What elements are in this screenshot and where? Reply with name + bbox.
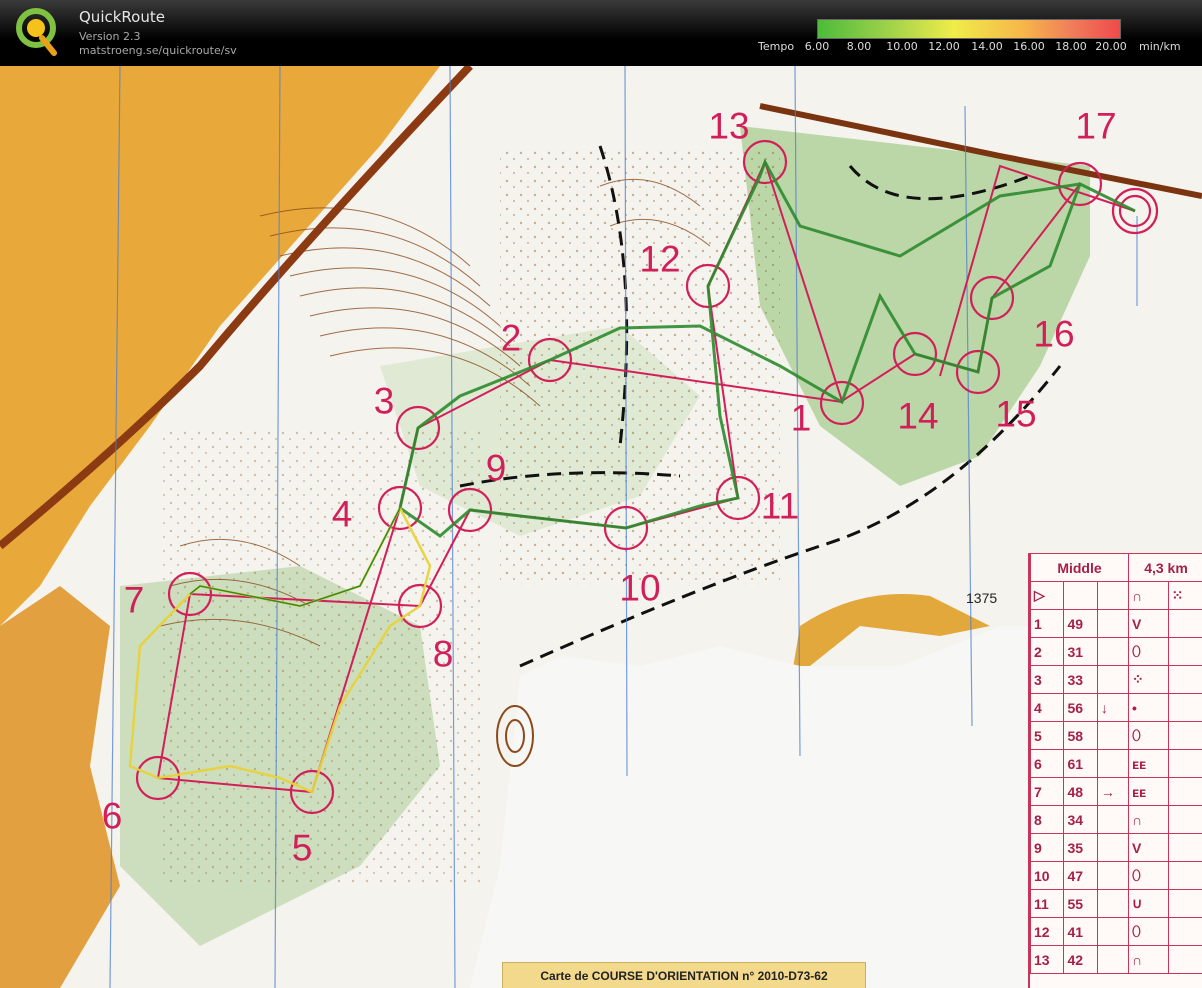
open-land-area [0,586,120,988]
course-class: Middle [1029,553,1130,582]
description-row: 5 58 ⬯ [1029,721,1202,750]
description-row: 9 35 V [1029,833,1202,862]
tempo-legend-tick: 18.00 [1055,40,1087,53]
tempo-legend-title: Tempo [758,40,795,53]
control-number-15: 15 [995,393,1037,435]
control-number-12: 12 [639,238,681,280]
control-number-1: 1 [790,397,812,439]
tempo-legend-tick: 20.00 [1095,40,1127,53]
control-number-4: 4 [331,493,353,535]
description-row: 6 61 ᴇᴇ [1029,749,1202,778]
description-row: 13 42 ∩ [1029,945,1202,974]
app-title: QuickRoute [79,8,165,26]
tempo-legend-tick: 16.00 [1013,40,1045,53]
quickroute-logo-icon [16,8,57,56]
description-row: 4 56 ↓ • [1029,693,1202,722]
tempo-legend-tick: 6.00 [804,40,830,53]
control-number-2: 2 [500,317,522,359]
start-feature-icon: ∩ [1128,581,1169,610]
tempo-legend-tick: 8.00 [846,40,872,53]
app-header: QuickRoute Version 2.3 matstroeng.se/qui… [0,0,1202,66]
control-number-6: 6 [101,795,123,837]
app-version: Version 2.3 [79,30,141,43]
tempo-legend-tick: 12.00 [928,40,960,53]
spot-height-label: 1375 [966,590,998,606]
map-canvas [0,66,1202,988]
tempo-legend-tick: 10.00 [886,40,918,53]
description-row: 8 34 ∩ [1029,805,1202,834]
orienteering-map[interactable]: 1 2 3 4 5 6 7 8 9 10 11 12 13 14 15 16 1… [0,66,1202,988]
control-number-3: 3 [373,380,395,422]
app-url: matstroeng.se/quickroute/sv [79,44,237,57]
dotted-area-icon: ⁙ [1167,581,1202,610]
start-triangle-icon: ▷ [1029,581,1065,610]
description-row: 12 41 ⬯ [1029,917,1202,946]
course-length: 4,3 km [1128,553,1202,582]
control-number-9: 9 [485,447,507,489]
tempo-legend-bar [817,19,1121,39]
control-description-sheet: Middle 4,3 km ▷ ∩ ⁙ 1 49 V 2 31 ⬯ 3 33 ⁘ 4 56 ↓ • … [1028,553,1202,988]
control-number-11: 11 [760,485,800,527]
control-number-14: 14 [897,395,939,437]
description-row: 11 55 ∪ [1029,889,1202,918]
description-row: 3 33 ⁘ [1029,665,1202,694]
description-row: 2 31 ⬯ [1029,637,1202,666]
description-row: 7 48 → ᴇᴇ [1029,777,1202,806]
tempo-legend-tick: 14.00 [971,40,1003,53]
control-number-7: 7 [123,579,145,621]
control-number-8: 8 [432,633,454,675]
control-number-10: 10 [619,567,661,609]
control-number-5: 5 [291,827,313,869]
out-of-map-area [470,626,1028,988]
control-number-17: 17 [1075,105,1117,147]
map-footer-label: Carte de COURSE D'ORIENTATION n° 2010-D7… [502,962,866,988]
description-row: 1 49 V [1029,609,1202,638]
description-row: 10 47 ⬯ [1029,861,1202,890]
tempo-legend-unit: min/km [1139,40,1181,53]
control-number-13: 13 [708,105,750,147]
control-number-16: 16 [1033,313,1075,355]
